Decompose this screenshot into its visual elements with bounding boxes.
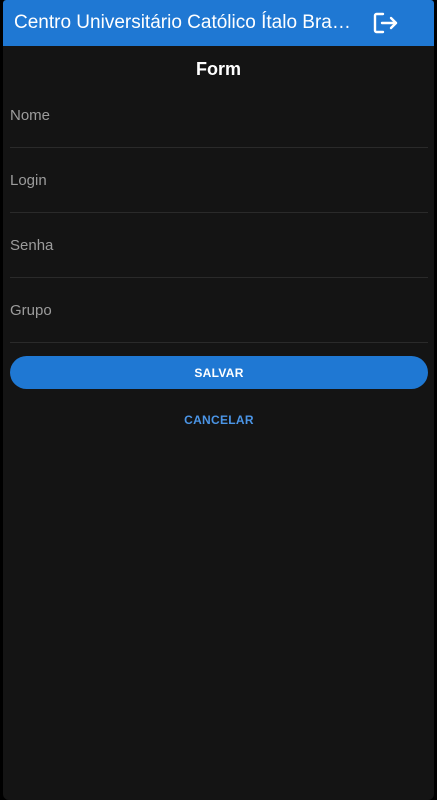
login-field-container <box>10 148 428 213</box>
senha-field-container <box>10 213 428 278</box>
nome-input[interactable] <box>10 83 428 147</box>
nome-field-container <box>10 83 428 148</box>
logout-button[interactable] <box>372 9 400 37</box>
cancel-button[interactable]: CANCELAR <box>168 406 270 434</box>
save-button[interactable]: SALVAR <box>10 356 428 389</box>
login-input[interactable] <box>10 148 428 212</box>
senha-input[interactable] <box>10 213 428 277</box>
grupo-input[interactable] <box>10 278 428 342</box>
app-bar-title: Centro Universitário Católico Ítalo Bras… <box>14 12 354 33</box>
page-title: Form <box>196 59 241 79</box>
grupo-field-container <box>10 278 428 343</box>
app-screen: Centro Universitário Católico Ítalo Bras… <box>3 0 434 800</box>
logout-icon <box>373 12 398 34</box>
app-bar: Centro Universitário Católico Ítalo Bras… <box>3 0 434 46</box>
